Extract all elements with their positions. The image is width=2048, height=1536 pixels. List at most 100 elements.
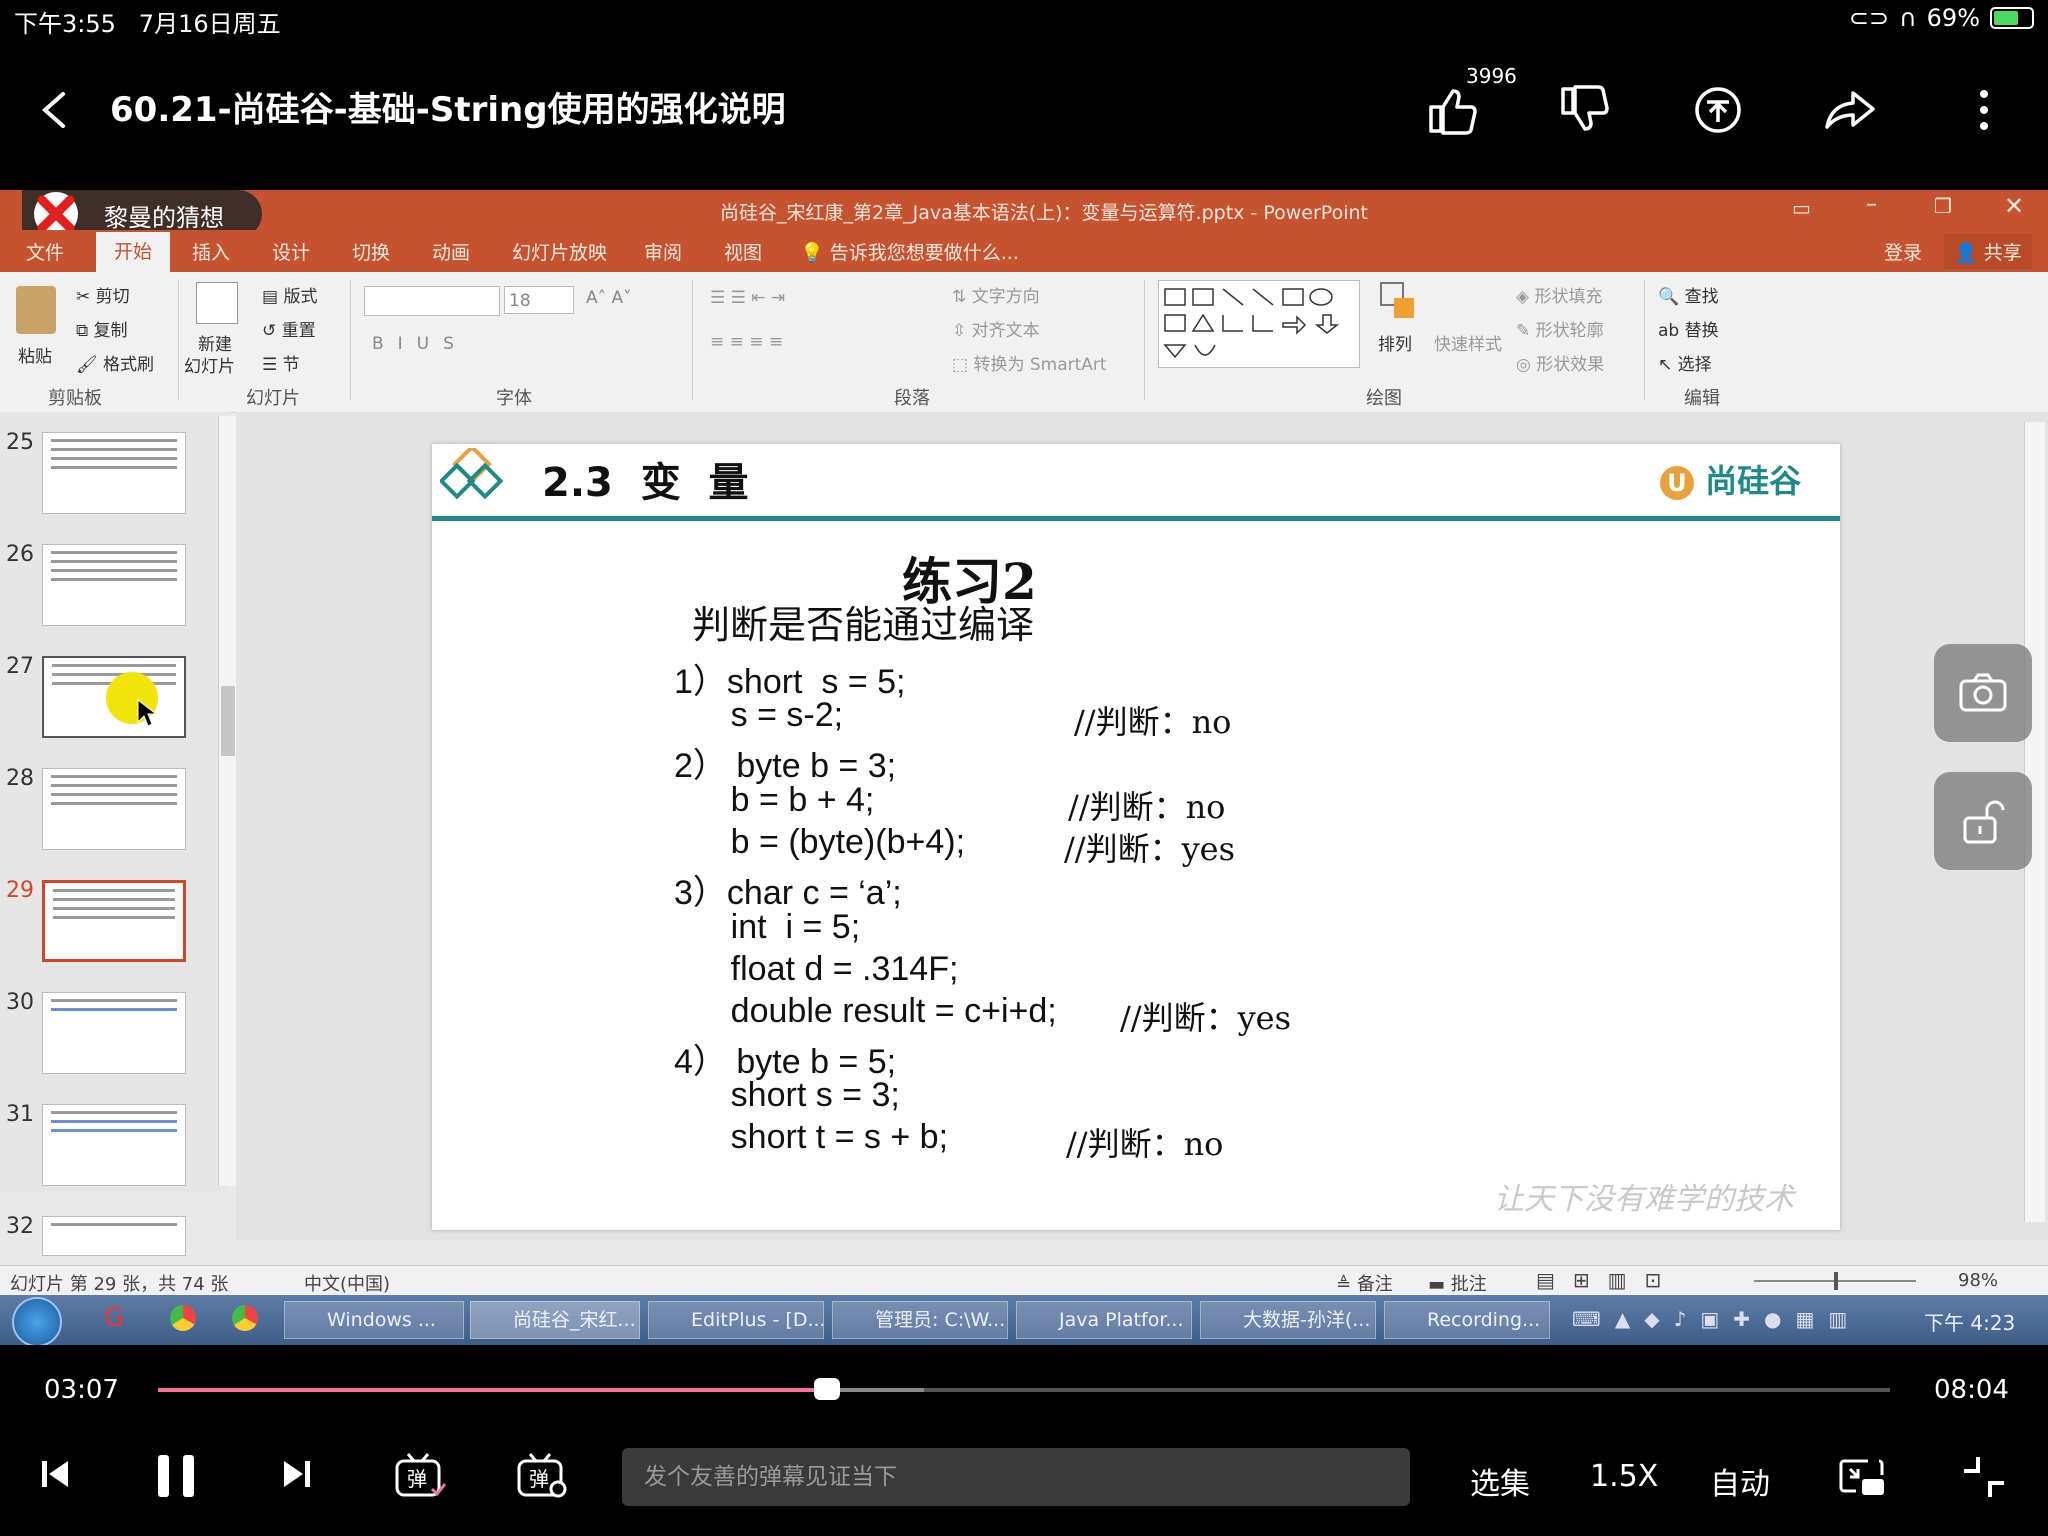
minimize-icon[interactable]: – — [1866, 192, 1877, 217]
drawing-group-label: 绘图 — [1366, 388, 1402, 409]
taskbar-item-active[interactable]: 尚硅谷_宋红... — [470, 1301, 640, 1339]
login-link[interactable]: 登录 — [1884, 238, 1922, 265]
smartart-button[interactable]: ⬚ 转换为 SmartArt — [952, 350, 1107, 375]
zoom-slider-thumb[interactable] — [1834, 1272, 1838, 1290]
danmaku-input[interactable]: 发个友善的弹幕见证当下 — [622, 1448, 1410, 1506]
close-icon[interactable]: ✕ — [2004, 192, 2024, 220]
tray-icons[interactable]: ⌨▲◆♪▣✚●▦▥ — [1572, 1307, 1861, 1331]
zoom-level[interactable]: 98% — [1958, 1270, 1998, 1291]
share-button-ppt[interactable]: 👤 共享 — [1944, 234, 2032, 269]
grow-font-icon[interactable]: A˄ A˅ — [586, 288, 632, 308]
more-button[interactable] — [1944, 70, 2024, 150]
danmaku-settings-button[interactable]: 弹 — [516, 1451, 568, 1503]
coin-icon — [1695, 87, 1741, 133]
tell-me-box[interactable]: 💡 告诉我您想要做什么... — [800, 238, 1019, 265]
list-icons[interactable]: ☰ ☰ ⇤ ⇥ — [710, 288, 785, 308]
app-icon[interactable]: G — [104, 1303, 124, 1333]
share-button[interactable] — [1810, 70, 1890, 150]
video-frame[interactable]: 尚硅谷_宋红康_第2章_Java基本语法(上)：变量与运算符.pptx - Po… — [0, 190, 2048, 1345]
arrange-icon[interactable] — [1380, 282, 1420, 328]
taskbar-item[interactable]: Java Platfor... — [1016, 1301, 1192, 1339]
slide-thumbnail-selected[interactable] — [42, 880, 186, 962]
zoom-slider[interactable] — [1754, 1272, 1916, 1290]
exit-fullscreen-button[interactable] — [1962, 1455, 2006, 1503]
coin-button[interactable] — [1678, 70, 1758, 150]
restore-icon[interactable]: ❐ — [1934, 194, 1952, 218]
quick-styles-button[interactable]: 快速样式 — [1434, 330, 1502, 355]
slide-thumbnail[interactable] — [42, 544, 186, 626]
slide-thumbnail[interactable] — [42, 656, 186, 738]
font-format-icons[interactable]: BIUS — [372, 334, 468, 354]
tab-transitions[interactable]: 切换 — [352, 238, 390, 265]
tab-slideshow[interactable]: 幻灯片放映 — [512, 238, 607, 265]
next-button[interactable] — [282, 1457, 312, 1495]
tab-review[interactable]: 审阅 — [644, 238, 682, 265]
text-direction-button[interactable]: ⇅ 文字方向 — [952, 282, 1040, 307]
dislike-button[interactable] — [1544, 70, 1624, 150]
format-painter-button[interactable]: 🖌 格式刷 — [76, 350, 154, 375]
slide-thumbnail[interactable] — [42, 1104, 186, 1186]
copy-button[interactable]: ⧉ 复制 — [76, 316, 128, 341]
code-line: 3）char c = ‘a’; — [674, 874, 902, 912]
ribbon-display-icon[interactable]: ▭ — [1792, 196, 1811, 220]
slide-thumbnail[interactable] — [42, 992, 186, 1074]
taskbar-item[interactable]: 大数据-孙洋(... — [1200, 1301, 1376, 1339]
tab-home[interactable]: 开始 — [96, 232, 171, 272]
replace-button[interactable]: ab 替换 — [1658, 316, 1719, 341]
pip-button[interactable] — [1838, 1457, 1886, 1501]
previous-button[interactable] — [40, 1457, 70, 1495]
slide-thumbnail[interactable] — [42, 768, 186, 850]
comments-button[interactable]: ▬ 批注 — [1428, 1270, 1487, 1296]
tab-insert[interactable]: 插入 — [192, 238, 230, 265]
reset-button[interactable]: ↺ 重置 — [262, 316, 316, 341]
back-button[interactable] — [14, 70, 94, 150]
section-button[interactable]: ☰ 节 — [262, 350, 300, 375]
danmaku-toggle-button[interactable]: 弹 — [394, 1451, 447, 1503]
shape-outline-button[interactable]: ✎ 形状轮廓 — [1516, 316, 1604, 341]
paste-icon[interactable] — [16, 286, 56, 334]
progress-bar[interactable] — [158, 1378, 1890, 1400]
language-status[interactable]: 中文(中国) — [304, 1270, 390, 1296]
new-slide-icon[interactable] — [196, 282, 238, 324]
thumbnail-scrollbar[interactable] — [218, 416, 237, 1186]
align-icons[interactable]: ≡ ≡ ≡ ≡ — [710, 332, 783, 352]
find-button[interactable]: 🔍 查找 — [1658, 282, 1719, 307]
slide-thumbnail[interactable] — [42, 1216, 186, 1256]
code-line: short s = 3; — [674, 1076, 900, 1114]
new-slide-label-2[interactable]: 幻灯片 — [184, 352, 235, 377]
quality-button[interactable]: 自动 — [1710, 1459, 1770, 1503]
select-button[interactable]: ↖ 选择 — [1658, 350, 1712, 375]
align-text-button[interactable]: ⇳ 对齐文本 — [952, 316, 1040, 341]
notes-button[interactable]: ≜ 备注 — [1336, 1270, 1393, 1296]
cut-button[interactable]: ✂ 剪切 — [76, 282, 130, 307]
lock-screen-button[interactable] — [1934, 772, 2032, 870]
scrollbar-thumb[interactable] — [221, 686, 235, 756]
font-size-field[interactable]: 18 — [504, 286, 574, 314]
arrange-label[interactable]: 排列 — [1378, 330, 1412, 355]
slide-canvas[interactable]: 2.3 变 量 U 尚硅谷 练习2 判断是否能通过编译 1）short s = … — [432, 444, 1840, 1230]
shapes-gallery[interactable] — [1158, 280, 1360, 368]
browser-icon[interactable] — [232, 1305, 258, 1331]
tab-design[interactable]: 设计 — [272, 238, 310, 265]
shape-effects-button[interactable]: ◎ 形状效果 — [1516, 350, 1604, 375]
font-name-field[interactable] — [364, 286, 500, 316]
screenshot-button[interactable] — [1934, 644, 2032, 742]
shape-fill-button[interactable]: ◈ 形状填充 — [1516, 282, 1602, 307]
layout-button[interactable]: ▤ 版式 — [262, 282, 317, 307]
speed-button[interactable]: 1.5X — [1590, 1459, 1658, 1494]
slide-thumbnail[interactable] — [42, 432, 186, 514]
taskbar-item[interactable]: Windows ... — [284, 1301, 464, 1339]
tab-view[interactable]: 视图 — [724, 238, 762, 265]
taskbar-item[interactable]: 管理员: C:\W... — [832, 1301, 1008, 1339]
pause-button[interactable] — [154, 1453, 198, 1503]
tab-animations[interactable]: 动画 — [432, 238, 470, 265]
start-button[interactable] — [12, 1297, 62, 1345]
view-buttons[interactable]: ▤⊞▥⊡ — [1536, 1268, 1679, 1292]
chrome-icon[interactable] — [170, 1305, 196, 1331]
tab-file[interactable]: 文件 — [26, 238, 64, 265]
paste-button[interactable]: 粘贴 — [18, 342, 52, 367]
progress-thumb[interactable] — [814, 1378, 841, 1400]
taskbar-item[interactable]: Recording... — [1384, 1301, 1550, 1339]
episodes-button[interactable]: 选集 — [1470, 1459, 1530, 1503]
taskbar-item[interactable]: EditPlus - [D... — [648, 1301, 824, 1339]
